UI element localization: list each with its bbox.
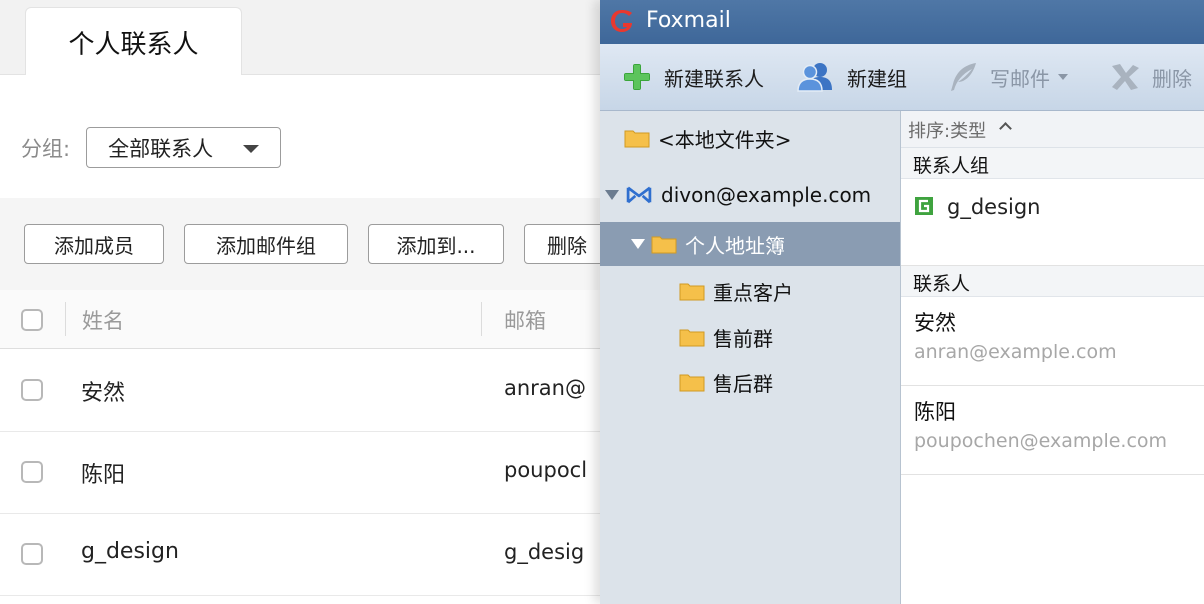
web-contacts-page: 个人联系人 分组: 全部联系人 添加成员 添加邮件组 添加到... 删除 姓名 … [0,0,600,604]
users-icon [797,63,832,92]
delete-contact-button[interactable]: 删除 [1108,44,1192,110]
contacts-section-header: 联系人 [901,266,1204,297]
column-divider [481,302,482,336]
contact-email: anran@ [504,376,586,400]
add-member-button[interactable]: 添加成员 [24,224,164,264]
tree-label: 重点客户 [713,280,793,305]
tab-bar: 个人联系人 [0,0,600,75]
group-name: g_design [947,195,1041,219]
column-header-email[interactable]: 邮箱 [504,305,546,335]
tree-label: 售后群 [713,371,773,396]
new-group-button[interactable]: 新建组 [795,44,907,110]
contact-name: 安然 [914,311,956,335]
account-icon [626,186,652,204]
sort-label: 排序:类型 [908,121,987,142]
delete-label: 删除 [1152,66,1192,91]
section-title: 联系人 [913,273,971,295]
contact-name: 安然 [81,381,126,406]
action-bar: 添加成员 添加邮件组 添加到... 删除 [0,198,600,291]
table-row[interactable]: 安然 anran@ [0,349,600,432]
tree-label: 个人地址簿 [685,233,785,258]
sort-bar[interactable]: 排序:类型 [901,111,1204,148]
select-all-checkbox[interactable] [21,309,43,331]
expand-arrow-icon[interactable] [631,239,645,249]
contact-list: 排序:类型 联系人组 g_design 联系人 安然 anran@example… [901,111,1204,604]
tree-label: <本地文件夹> [658,127,792,152]
title-bar: Foxmail [600,0,1204,44]
contact-name: 陈阳 [81,463,126,488]
tree-item-aftersales[interactable]: 售后群 [600,360,900,404]
delete-x-icon [1112,64,1139,90]
expand-arrow-icon[interactable] [605,190,619,200]
foxmail-logo-icon [611,10,632,32]
folder-tree: <本地文件夹> divon@example.com 个人地址簿 重点客户 售前群… [600,111,901,604]
new-contact-button[interactable]: 新建联系人 [620,44,764,110]
quill-icon [951,63,976,91]
row-checkbox[interactable] [21,461,43,483]
list-item-group[interactable]: g_design [901,179,1204,266]
contact-email: g_desig [504,540,585,564]
group-select[interactable]: 全部联系人 [86,127,282,168]
folder-icon [679,283,705,301]
contact-name: 陈阳 [914,400,956,424]
tree-label: 售前群 [713,326,773,351]
folder-icon [679,374,705,392]
groups-section-header: 联系人组 [901,148,1204,179]
row-checkbox[interactable] [21,543,43,565]
tree-item-local-folder[interactable]: <本地文件夹> [600,116,900,160]
tree-item-key-clients[interactable]: 重点客户 [600,269,900,313]
group-label: 分组: [21,136,71,161]
toolbar: 新建联系人 新建组 写邮件 删除 [600,44,1204,111]
contact-name: g_design [81,539,179,564]
plus-icon [624,64,650,90]
window-title: Foxmail [646,8,731,33]
section-title: 联系人组 [913,155,990,177]
tab-personal-contacts[interactable]: 个人联系人 [25,7,242,75]
write-mail-button[interactable]: 写邮件 [946,44,1068,110]
table-header: 姓名 邮箱 [0,290,600,349]
add-mail-group-button[interactable]: 添加邮件组 [184,224,348,264]
chevron-up-icon [999,122,1012,135]
new-contact-label: 新建联系人 [664,66,764,91]
contact-email: anran@example.com [914,341,1117,363]
folder-icon [651,236,677,254]
chevron-down-icon [1058,74,1068,80]
column-divider [65,302,66,336]
tree-item-account[interactable]: divon@example.com [600,173,900,217]
write-mail-label: 写邮件 [990,66,1050,91]
folder-icon [679,329,705,347]
column-header-name[interactable]: 姓名 [82,305,124,335]
contact-email: poupochen@example.com [914,430,1168,452]
contact-email: poupocl [504,458,588,482]
group-filter: 分组: 全部联系人 [21,127,282,168]
row-checkbox[interactable] [21,379,43,401]
list-item-contact[interactable]: 安然 anran@example.com [901,297,1204,386]
new-group-label: 新建组 [847,66,907,91]
chevron-down-icon [243,145,260,153]
folder-icon [624,130,650,148]
table-row[interactable]: 陈阳 poupocl [0,431,600,514]
group-icon [915,197,933,215]
table-row[interactable]: g_design g_desig [0,513,600,596]
tab-label: 个人联系人 [68,30,199,60]
tree-item-presales[interactable]: 售前群 [600,315,900,359]
foxmail-window: Foxmail 新建联系人 新建组 写邮件 删除 <本地文件夹> divon@e… [600,0,1204,604]
add-to-button[interactable]: 添加到... [368,224,504,264]
list-item-contact[interactable]: 陈阳 poupochen@example.com [901,386,1204,475]
delete-button[interactable]: 删除 [524,224,600,264]
tree-item-address-book[interactable]: 个人地址簿 [600,222,900,266]
group-select-value: 全部联系人 [108,136,214,161]
tree-label: divon@example.com [661,183,872,207]
